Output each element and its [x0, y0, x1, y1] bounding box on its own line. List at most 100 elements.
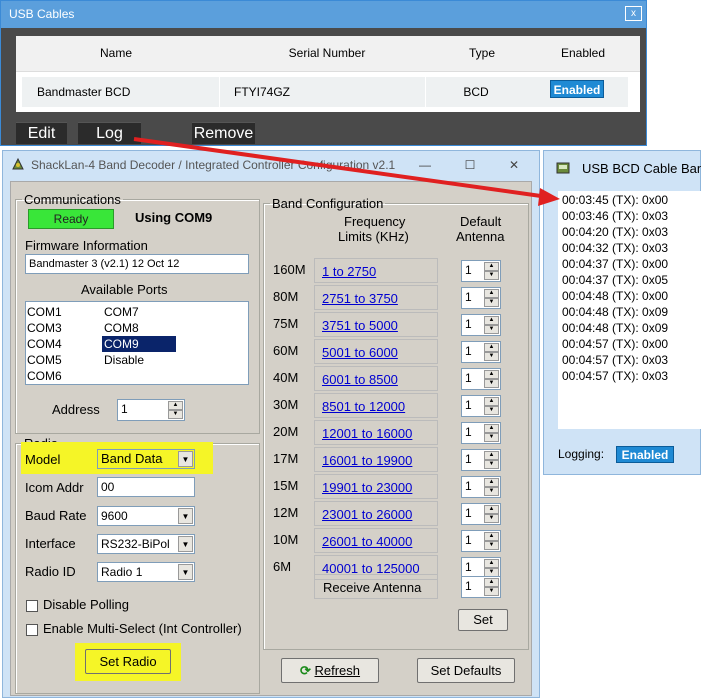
band-label: 30M — [273, 397, 299, 412]
band-range-link[interactable]: 3751 to 5000 — [314, 312, 438, 337]
address-spinner[interactable]: 1 ▲ ▼ — [117, 399, 185, 421]
edit-button[interactable]: Edit — [16, 122, 67, 144]
radio-id-select[interactable]: Radio 1 ▼ — [97, 562, 195, 582]
spinner-arrows[interactable]: ▲ ▼ — [484, 262, 499, 280]
band-range-link[interactable]: 16001 to 19900 — [314, 447, 438, 472]
column-header-serial[interactable]: Serial Number — [216, 36, 438, 72]
port-item[interactable]: Disable — [102, 352, 176, 368]
spinner-arrows[interactable]: ▲ ▼ — [484, 578, 499, 596]
set-radio-button[interactable]: Set Radio — [85, 649, 171, 674]
spinner-arrows[interactable]: ▲ ▼ — [484, 424, 499, 442]
interface-select[interactable]: RS232-BiPol ▼ — [97, 534, 195, 554]
ant-header-2: Antenna — [456, 229, 505, 244]
firmware-label: Firmware Information — [25, 238, 148, 253]
band-range-link[interactable]: 8501 to 12000 — [314, 393, 438, 418]
chevron-down-icon[interactable]: ▼ — [178, 451, 193, 467]
band-range-link[interactable]: 6001 to 8500 — [314, 366, 438, 391]
port-item[interactable]: COM4 — [27, 336, 62, 352]
usb-cables-title: USB Cables — [9, 7, 75, 21]
close-button[interactable]: ✕ — [497, 155, 531, 175]
band-antenna-spinner[interactable]: 1 ▲ ▼ — [461, 503, 501, 525]
port-item[interactable]: COM3 — [27, 320, 62, 336]
band-antenna-value: 1 — [465, 479, 472, 493]
firmware-field[interactable]: Bandmaster 3 (v2.1) 12 Oct 12 — [25, 254, 249, 274]
receive-antenna-label: Receive Antenna — [314, 574, 438, 599]
band-antenna-spinner[interactable]: 1 ▲ ▼ — [461, 341, 501, 363]
band-range-link[interactable]: 19901 to 23000 — [314, 474, 438, 499]
band-antenna-value: 1 — [465, 560, 472, 574]
spinner-arrows[interactable]: ▲ ▼ — [484, 451, 499, 469]
cable-serial-cell[interactable]: FTYI74GZ — [220, 77, 426, 107]
log-button[interactable]: Log — [78, 122, 141, 144]
column-header-type[interactable]: Type — [438, 36, 526, 72]
log-line: 00:04:57 (TX): 0x03 — [562, 353, 669, 367]
spinner-arrows[interactable]: ▲ ▼ — [484, 478, 499, 496]
ports-list[interactable]: COM1 COM3 COM4 COM5 COM6 COM7 COM8 COM9 Disable — [25, 301, 249, 385]
remove-button[interactable]: Remove — [192, 122, 255, 144]
band-antenna-spinner[interactable]: 1 ▲ ▼ — [461, 395, 501, 417]
log-list[interactable]: 00:03:45 (TX): 0x00 00:03:46 (TX): 0x03 00… — [558, 191, 701, 429]
usb-cables-window: USB Cables x Name Serial Number Type Ena… — [0, 0, 647, 146]
usb-cables-table: Name Serial Number Type Enabled Bandmast… — [16, 36, 640, 112]
set-button[interactable]: Set — [458, 609, 508, 631]
band-antenna-spinner[interactable]: 1 ▲ ▼ — [461, 368, 501, 390]
band-range-link[interactable]: 2751 to 3750 — [314, 285, 438, 310]
multi-select-checkbox[interactable] — [26, 624, 38, 636]
band-antenna-spinner[interactable]: 1 ▲ ▼ — [461, 260, 501, 282]
band-range-link[interactable]: 23001 to 26000 — [314, 501, 438, 526]
refresh-button[interactable]: ⟳ Refresh — [281, 658, 379, 683]
spinner-arrows[interactable]: ▲ ▼ — [484, 343, 499, 361]
log-line: 00:04:48 (TX): 0x09 — [562, 321, 669, 335]
set-defaults-button[interactable]: Set Defaults — [417, 658, 515, 683]
logging-toggle[interactable]: Enabled — [616, 446, 674, 463]
spinner-arrows[interactable]: ▲ ▼ — [484, 505, 499, 523]
band-range-link[interactable]: 12001 to 16000 — [314, 420, 438, 445]
minimize-button[interactable]: — — [408, 155, 442, 175]
band-antenna-spinner[interactable]: 1 ▲ ▼ — [461, 314, 501, 336]
enabled-toggle[interactable]: Enabled — [550, 80, 604, 98]
band-antenna-spinner[interactable]: 1 ▲ ▼ — [461, 422, 501, 444]
band-antenna-spinner[interactable]: 1 ▲ ▼ — [461, 287, 501, 309]
chevron-down-icon[interactable]: ▼ — [178, 564, 193, 580]
band-antenna-spinner[interactable]: 1 ▲ ▼ — [461, 476, 501, 498]
port-item[interactable]: COM8 — [102, 320, 176, 336]
spinner-arrows[interactable]: ▲ ▼ — [168, 401, 183, 419]
log-line: 00:04:32 (TX): 0x03 — [562, 241, 669, 255]
baud-rate-select[interactable]: 9600 ▼ — [97, 506, 195, 526]
band-range-link[interactable]: 26001 to 40000 — [314, 528, 438, 553]
port-item[interactable]: COM6 — [27, 368, 62, 384]
port-item[interactable]: COM1 — [27, 304, 62, 320]
using-port-label: Using COM9 — [135, 210, 213, 225]
spinner-arrows[interactable]: ▲ ▼ — [484, 289, 499, 307]
chevron-down-icon[interactable]: ▼ — [178, 508, 193, 524]
receive-antenna-spinner[interactable]: 1 ▲ ▼ — [461, 576, 501, 598]
maximize-button[interactable]: ☐ — [453, 155, 487, 175]
log-window: USB BCD Cable Bandm 00:03:45 (TX): 0x000… — [543, 150, 701, 475]
model-select[interactable]: Band Data ▼ — [97, 449, 195, 469]
band-range-link[interactable]: 5001 to 6000 — [314, 339, 438, 364]
band-antenna-spinner[interactable]: 1 ▲ ▼ — [461, 449, 501, 471]
usb-cables-title-bar: USB Cables x — [1, 1, 646, 28]
chevron-down-icon[interactable]: ▼ — [178, 536, 193, 552]
spinner-arrows[interactable]: ▲ ▼ — [484, 316, 499, 334]
band-range-link[interactable]: 1 to 2750 — [314, 258, 438, 283]
port-item[interactable]: COM9 — [102, 336, 176, 352]
cable-type-cell[interactable]: BCD — [426, 77, 527, 107]
spinner-arrows[interactable]: ▲ ▼ — [484, 370, 499, 388]
column-header-name[interactable]: Name — [16, 36, 216, 72]
band-antenna-value: 1 — [465, 533, 472, 547]
band-antenna-spinner[interactable]: 1 ▲ ▼ — [461, 530, 501, 552]
close-button[interactable]: x — [625, 6, 642, 21]
port-item[interactable]: COM7 — [102, 304, 176, 320]
cable-name-cell[interactable]: Bandmaster BCD — [22, 77, 220, 107]
icom-addr-field[interactable]: 00 — [97, 477, 195, 497]
spinner-arrows[interactable]: ▲ ▼ — [484, 532, 499, 550]
refresh-icon: ⟳ — [299, 663, 311, 678]
port-item[interactable]: COM5 — [27, 352, 62, 368]
spinner-arrows[interactable]: ▲ ▼ — [484, 397, 499, 415]
disable-polling-checkbox[interactable] — [26, 600, 38, 612]
freq-header-2: Limits (KHz) — [338, 229, 409, 244]
band-label: 40M — [273, 370, 299, 385]
spinner-arrows[interactable]: ▲ ▼ — [484, 559, 499, 577]
column-header-enabled[interactable]: Enabled — [526, 36, 640, 72]
